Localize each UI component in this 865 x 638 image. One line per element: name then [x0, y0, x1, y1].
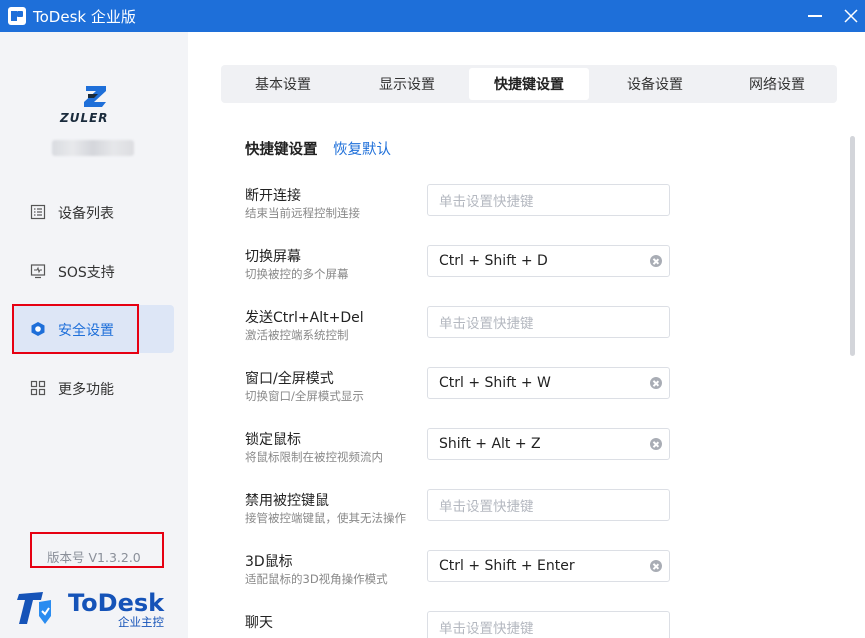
sidebar-item-label: 更多功能: [58, 382, 114, 398]
shield-icon: [31, 322, 45, 336]
zuler-brand-text: ZULER: [60, 111, 109, 125]
shortcut-name: 切换屏幕: [245, 249, 301, 265]
tab-display-settings[interactable]: 显示设置: [345, 65, 469, 103]
window-title: ToDesk 企业版: [33, 8, 136, 26]
todesk-brand-text: ToDesk: [68, 589, 165, 617]
shortcut-description: 将鼠标限制在被控视频流内: [245, 450, 383, 464]
version-label: 版本号 V1.3.2.0: [47, 550, 141, 565]
clear-icon[interactable]: [650, 438, 662, 450]
shortcut-input-window-fullscreen[interactable]: Ctrl + Shift + W: [427, 367, 670, 399]
shortcut-description: 接管被控端键鼠，使其无法操作: [245, 511, 406, 525]
tab-basic-settings[interactable]: 基本设置: [221, 65, 345, 103]
sidebar-item-sos-support[interactable]: SOS支持: [12, 247, 174, 295]
sidebar-item-label: 安全设置: [58, 323, 114, 339]
close-button[interactable]: [833, 0, 865, 32]
minimize-icon: [808, 15, 822, 17]
shortcut-description: 切换被控的多个屏幕: [245, 267, 349, 281]
shortcut-name: 聊天: [245, 615, 273, 631]
section-title: 快捷键设置: [245, 142, 318, 158]
shortcut-input-disconnect[interactable]: 单击设置快捷键: [427, 184, 670, 216]
close-icon: [844, 9, 858, 23]
shortcut-row-window-fullscreen: 窗口/全屏模式 切换窗口/全屏模式显示 Ctrl + Shift + W: [245, 367, 685, 418]
title-bar: ToDesk 企业版: [0, 0, 865, 32]
shortcut-description: 切换窗口/全屏模式显示: [245, 389, 364, 403]
clear-icon[interactable]: [650, 377, 662, 389]
todesk-brand-subtitle: 企业主控: [118, 615, 164, 629]
shortcut-name: 窗口/全屏模式: [245, 371, 334, 387]
settings-tabs: 基本设置 显示设置 快捷键设置 设备设置 网络设置: [221, 65, 837, 103]
shortcut-input-send-ctrl-alt-del[interactable]: 单击设置快捷键: [427, 306, 670, 338]
shortcut-name: 断开连接: [245, 188, 301, 204]
sidebar-item-security-settings[interactable]: 安全设置: [12, 305, 174, 353]
shortcut-input-disable-keyboard-mouse[interactable]: 单击设置快捷键: [427, 489, 670, 521]
shortcut-value: Ctrl + Shift + Enter: [439, 558, 575, 574]
shortcut-row-chat: 聊天 单击设置快捷键: [245, 611, 685, 638]
tab-shortcut-settings[interactable]: 快捷键设置: [469, 68, 589, 100]
shortcut-value: Shift + Alt + Z: [439, 436, 541, 452]
shortcut-name: 禁用被控键鼠: [245, 493, 329, 509]
shortcut-value: Ctrl + Shift + D: [439, 253, 548, 269]
sidebar-item-label: SOS支持: [58, 265, 115, 281]
shortcut-row-lock-mouse: 锁定鼠标 将鼠标限制在被控视频流内 Shift + Alt + Z: [245, 428, 685, 479]
restore-default-link[interactable]: 恢复默认: [333, 138, 391, 159]
shortcut-row-switch-screen: 切换屏幕 切换被控的多个屏幕 Ctrl + Shift + D: [245, 245, 685, 296]
shortcut-row-3d-mouse: 3D鼠标 适配鼠标的3D视角操作模式 Ctrl + Shift + Enter: [245, 550, 685, 601]
list-icon: [30, 204, 46, 220]
grid-icon: [30, 380, 46, 396]
clear-icon[interactable]: [650, 255, 662, 267]
shortcut-description: 适配鼠标的3D视角操作模式: [245, 572, 388, 586]
clear-icon[interactable]: [650, 560, 662, 572]
sidebar-item-device-list[interactable]: 设备列表: [12, 188, 174, 236]
shortcut-value: Ctrl + Shift + W: [439, 375, 551, 391]
shortcut-row-send-ctrl-alt-del: 发送Ctrl+Alt+Del 激活被控端系统控制 单击设置快捷键: [245, 306, 685, 357]
todesk-logo-icon: [17, 592, 51, 624]
shortcut-name: 锁定鼠标: [245, 432, 301, 448]
shortcut-input-lock-mouse[interactable]: Shift + Alt + Z: [427, 428, 670, 460]
sidebar-item-more-features[interactable]: 更多功能: [12, 364, 174, 412]
shortcut-description: 激活被控端系统控制: [245, 328, 349, 342]
shortcut-description: 结束当前远程控制连接: [245, 206, 360, 220]
tab-network-settings[interactable]: 网络设置: [717, 65, 837, 103]
tab-device-settings[interactable]: 设备设置: [593, 65, 717, 103]
sidebar: ZULER 设备列表 SOS支持 安全设置 更多功能 版本号 V1.3.2.0 …: [0, 32, 188, 638]
shortcut-input-switch-screen[interactable]: Ctrl + Shift + D: [427, 245, 670, 277]
monitor-icon: [30, 264, 46, 279]
shortcut-row-disconnect: 断开连接 结束当前远程控制连接 单击设置快捷键: [245, 184, 685, 235]
main-panel: 基本设置 显示设置 快捷键设置 设备设置 网络设置 快捷键设置 恢复默认 断开连…: [188, 32, 865, 638]
scrollbar[interactable]: [850, 136, 855, 356]
shortcut-row-disable-keyboard-mouse: 禁用被控键鼠 接管被控端键鼠，使其无法操作 单击设置快捷键: [245, 489, 685, 540]
sidebar-item-label: 设备列表: [58, 206, 114, 222]
todesk-app-icon: [8, 7, 26, 25]
shortcut-input-3d-mouse[interactable]: Ctrl + Shift + Enter: [427, 550, 670, 582]
shortcut-input-chat[interactable]: 单击设置快捷键: [427, 611, 670, 638]
shortcut-name: 发送Ctrl+Alt+Del: [245, 310, 364, 326]
minimize-button[interactable]: [797, 0, 833, 32]
blurred-username: [52, 140, 134, 156]
shortcut-name: 3D鼠标: [245, 554, 293, 570]
